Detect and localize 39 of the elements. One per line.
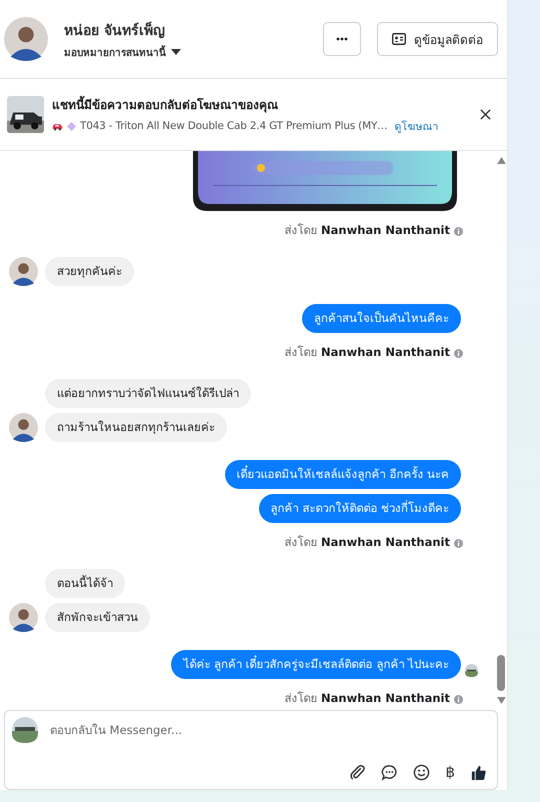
scroll-down-icon[interactable] xyxy=(496,697,506,704)
reply-box[interactable]: ตอบกลับใน Messenger... ฿ xyxy=(4,710,498,790)
caret-icon xyxy=(171,49,181,55)
outgoing-message: ลูกค้าสนใจเป็นคันไหนคีคะ xyxy=(302,304,461,333)
info-icon[interactable] xyxy=(454,349,463,358)
diamond-icon xyxy=(66,122,77,130)
thumbs-up-icon[interactable] xyxy=(470,764,487,781)
currency-button[interactable]: ฿ xyxy=(445,764,455,781)
assign-dropdown[interactable]: มอบหมายการสนทนานี้ xyxy=(64,44,181,60)
outgoing-message: ได้ค่ะ ลูกค้า เดี๋ยวสักครู่จะมีเชลล์ติดต่อ ลูกค้า ไปนะคะ xyxy=(171,650,461,679)
emoji-icon[interactable] xyxy=(413,764,430,781)
info-icon[interactable] xyxy=(454,695,463,704)
contact-name: หน่อย จันทร์เพ็ญ xyxy=(64,20,166,40)
paperclip-icon[interactable] xyxy=(349,764,366,781)
ad-title: T043 - Triton All New Double Cab 2.4 GT Premium Plus (MY… xyxy=(80,120,388,132)
sent-by-label: ส่งโดย Nanwhan Nanthanit xyxy=(284,222,450,239)
view-ad-link[interactable]: ดูโฆษณา xyxy=(394,118,438,134)
chat-bubble-icon[interactable] xyxy=(381,764,398,781)
more-icon xyxy=(336,37,348,41)
incoming-message: ตอนนี้ได้จ้า xyxy=(45,569,125,598)
sent-by-label: ส่งโดย Nanwhan Nanthanit xyxy=(284,690,450,707)
incoming-message: สักพักจะเข้าสวน xyxy=(45,603,150,632)
sent-by-label: ส่งโดย Nanwhan Nanthanit xyxy=(284,344,450,361)
ad-reply-title: แชทนี้มีข้อความตอบกลับต่อโฆษณาของคุณ xyxy=(52,94,279,114)
close-icon[interactable] xyxy=(480,109,491,120)
scrollbar-thumb[interactable] xyxy=(497,655,505,691)
incoming-message: ถามร้านใหนอยสกทุกร้านเลยค่ะ xyxy=(45,413,227,442)
avatar xyxy=(4,17,48,61)
outgoing-message: ลูกค้า สะดวกให้ติดต่อ ช่วงกี่โมงดีคะ xyxy=(258,494,461,523)
incoming-message: แต่อยากทราบว่าจัดไฟแนนซ์ใด้รีเปล่า xyxy=(45,379,251,408)
incoming-message: สวยทุกคันค่ะ xyxy=(45,257,134,286)
outgoing-message: เดี๋ยวแอดมินให้เชลล์แจ้งลูกค้า อีกครั้ง นะค xyxy=(224,460,461,489)
info-icon[interactable] xyxy=(454,227,463,236)
contact-card-icon xyxy=(392,33,406,45)
sent-by-label: ส่งโดย Nanwhan Nanthanit xyxy=(284,534,450,551)
contact-info-button[interactable]: ดูข้อมูลติดต่อ xyxy=(377,22,498,56)
car-icon xyxy=(52,122,63,130)
scroll-up-icon[interactable] xyxy=(496,157,506,164)
info-icon[interactable] xyxy=(454,539,463,548)
